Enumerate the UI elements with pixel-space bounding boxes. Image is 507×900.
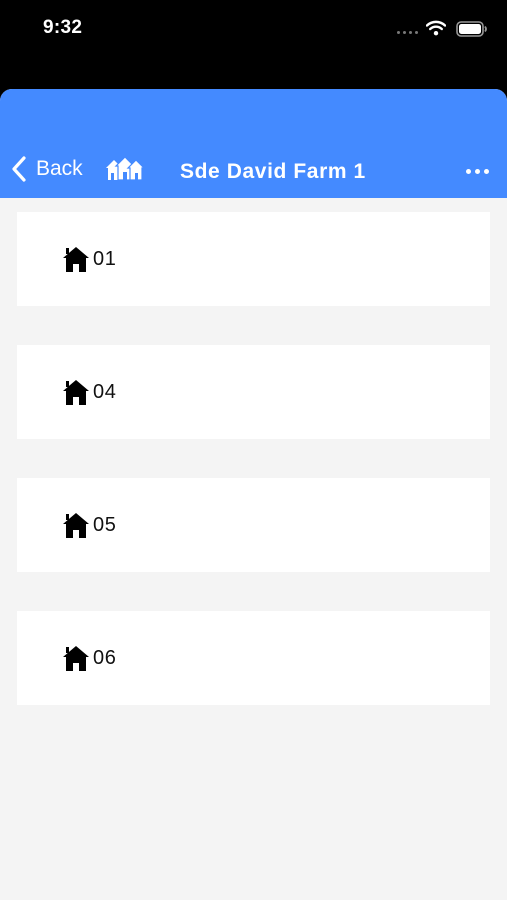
chevron-left-icon [12,156,26,182]
navigation-bar: Back Sde David Farm 1 [0,89,507,198]
house-label: 06 [93,647,117,669]
back-button[interactable]: Back [10,155,83,183]
house-label: 04 [93,381,117,403]
wifi-icon [426,20,446,36]
more-dots-icon[interactable] [466,169,489,174]
farm-houses-icon [106,156,145,181]
list-item-house-04[interactable]: 04 [17,345,490,439]
house-icon [63,380,89,405]
back-label: Back [36,157,83,180]
house-icon [63,513,89,538]
app-screen: Back Sde David Farm 1 01 04 05 06 [0,89,507,900]
house-icon [63,646,89,671]
house-label: 01 [93,248,117,270]
page-title: Sde David Farm 1 [180,160,366,183]
list-item-house-01[interactable]: 01 [17,212,490,306]
battery-icon [456,21,487,37]
cellular-signal-icon [397,31,418,34]
list-item-house-06[interactable]: 06 [17,611,490,705]
list-item-house-05[interactable]: 05 [17,478,490,572]
house-icon [63,247,89,272]
house-label: 05 [93,514,117,536]
status-bar: 9:32 [0,0,507,88]
status-time: 9:32 [43,17,83,38]
